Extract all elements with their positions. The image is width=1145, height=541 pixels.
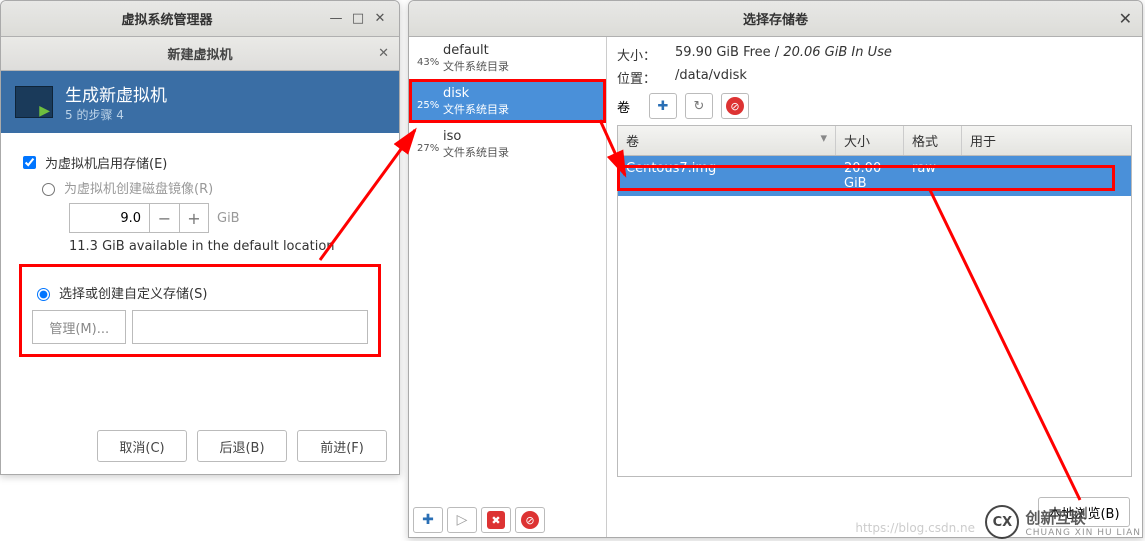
volume-label: 卷: [617, 97, 641, 116]
sort-icon: ▾: [820, 131, 827, 150]
wizard-banner: 生成新虚拟机 5 的步骤 4: [1, 71, 399, 133]
minimize-button[interactable]: —: [325, 8, 347, 30]
available-space-text: 11.3 GiB available in the default locati…: [69, 239, 381, 254]
vol-used: [962, 156, 1131, 196]
location-value: /data/vdisk: [675, 68, 747, 87]
size-minus-button[interactable]: −: [149, 203, 179, 233]
storage-pool-list: 43% default 文件系统目录 25% disk 文件系统目录 27% i…: [409, 37, 607, 537]
vol-format: raw: [904, 156, 962, 196]
window-title: 选择存储卷: [417, 9, 1134, 28]
location-label: 位置：: [617, 68, 667, 87]
vm-icon: [15, 86, 53, 118]
pool-usage-pct: 25%: [417, 86, 439, 111]
custom-storage-highlight: 选择或创建自定义存储(S) 管理(M)...: [19, 264, 381, 357]
delete-volume-button[interactable]: ⊘: [721, 93, 749, 119]
watermark: CX 创新互联 CHUANG XIN HU LIAN: [985, 505, 1141, 539]
pool-item-disk[interactable]: 25% disk 文件系统目录: [409, 80, 606, 123]
watermark-sub: CHUANG XIN HU LIAN: [1025, 528, 1141, 538]
pool-name: default: [443, 43, 509, 58]
col-used[interactable]: 用于: [962, 126, 1131, 155]
watermark-logo-icon: CX: [985, 505, 1019, 539]
volume-table: 卷▾ 大小 格式 用于 Centous7.img 20.00 GiB raw: [617, 125, 1132, 477]
banner-title: 生成新虚拟机: [65, 81, 167, 106]
col-format[interactable]: 格式: [904, 126, 962, 155]
size-plus-button[interactable]: +: [179, 203, 209, 233]
pool-usage-pct: 43%: [417, 43, 439, 68]
watermark-brand: 创新互联: [1025, 507, 1141, 528]
volume-panel: 大小： 59.90 GiB Free / 20.06 GiB In Use 位置…: [607, 37, 1142, 537]
dialog-header: 新建虚拟机 ✕: [1, 37, 399, 71]
pool-name: disk: [443, 86, 509, 101]
enable-storage-label: 为虚拟机启用存储(E): [45, 153, 167, 172]
titlebar: 选择存储卷 ✕: [409, 1, 1142, 37]
size-unit: GiB: [217, 211, 240, 226]
storage-volume-window: 选择存储卷 ✕ 43% default 文件系统目录 25% disk 文件系统…: [408, 0, 1143, 538]
manage-button[interactable]: 管理(M)...: [32, 310, 126, 344]
pool-type: 文件系统目录: [443, 144, 509, 160]
pool-name: iso: [443, 129, 509, 144]
maximize-button[interactable]: □: [347, 8, 369, 30]
pool-item-default[interactable]: 43% default 文件系统目录: [409, 37, 606, 80]
size-label: 大小：: [617, 45, 667, 64]
watermark-url: https://blog.csdn.ne: [855, 521, 975, 535]
pool-item-iso[interactable]: 27% iso 文件系统目录: [409, 123, 606, 166]
stop-pool-button[interactable]: ✖: [481, 507, 511, 533]
enable-storage-checkbox[interactable]: [23, 156, 36, 169]
create-disk-radio[interactable]: [42, 183, 55, 196]
add-volume-button[interactable]: ✚: [649, 93, 677, 119]
vol-size: 20.00 GiB: [836, 156, 904, 196]
dialog-close-icon[interactable]: ✕: [378, 46, 389, 61]
disk-size-input[interactable]: [69, 203, 149, 233]
size-value: 59.90 GiB Free / 20.06 GiB In Use: [675, 45, 892, 64]
window-title: 虚拟系统管理器: [9, 9, 325, 28]
cancel-button[interactable]: 取消(C): [97, 430, 187, 462]
custom-storage-radio[interactable]: [37, 288, 50, 301]
create-disk-label: 为虚拟机创建磁盘镜像(R): [64, 178, 213, 197]
custom-storage-label: 选择或创建自定义存储(S): [59, 283, 207, 302]
virt-manager-window: 虚拟系统管理器 — □ ✕ 新建虚拟机 ✕ 生成新虚拟机 5 的步骤 4 为虚拟…: [0, 0, 400, 475]
volume-row[interactable]: Centous7.img 20.00 GiB raw: [618, 156, 1131, 196]
delete-pool-button[interactable]: ⊘: [515, 507, 545, 533]
banner-step: 5 的步骤 4: [65, 106, 167, 123]
start-pool-button[interactable]: ▷: [447, 507, 477, 533]
vol-name: Centous7.img: [618, 156, 836, 196]
close-button[interactable]: ✕: [1119, 9, 1132, 28]
titlebar: 虚拟系统管理器 — □ ✕: [1, 1, 399, 37]
pool-usage-pct: 27%: [417, 129, 439, 154]
col-volume[interactable]: 卷▾: [618, 126, 836, 155]
pool-type: 文件系统目录: [443, 58, 509, 74]
add-pool-button[interactable]: ✚: [413, 507, 443, 533]
pool-type: 文件系统目录: [443, 101, 509, 117]
dialog-title: 新建虚拟机: [167, 44, 232, 63]
close-button[interactable]: ✕: [369, 8, 391, 30]
back-button[interactable]: 后退(B): [197, 430, 287, 462]
refresh-button[interactable]: ↻: [685, 93, 713, 119]
col-size[interactable]: 大小: [836, 126, 904, 155]
custom-path-input[interactable]: [132, 310, 368, 344]
forward-button[interactable]: 前进(F): [297, 430, 387, 462]
table-header: 卷▾ 大小 格式 用于: [618, 126, 1131, 156]
